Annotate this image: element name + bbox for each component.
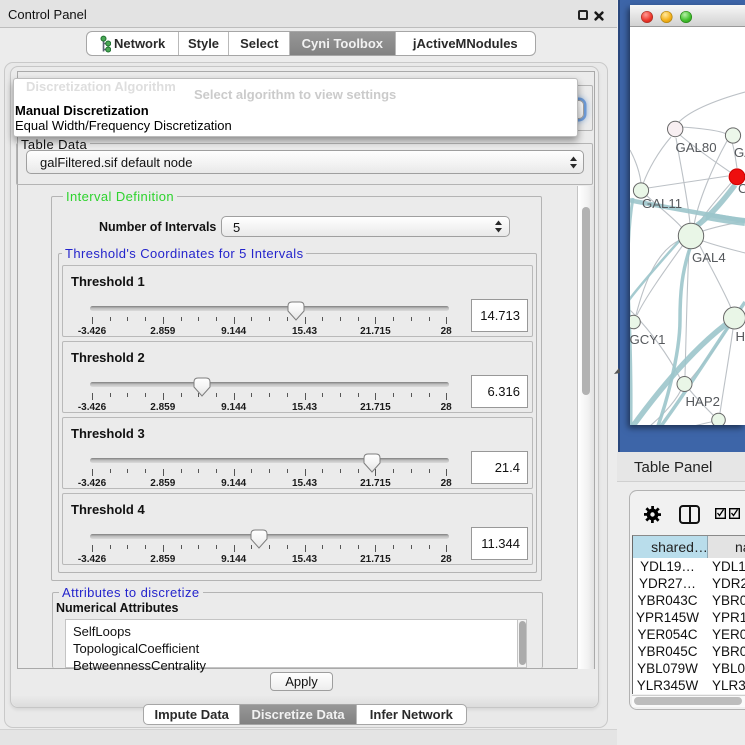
svg-text:GCY1: GCY1 — [630, 332, 665, 347]
svg-text:H: H — [736, 329, 745, 344]
svg-text:HAP2: HAP2 — [686, 394, 720, 409]
svg-text:C: C — [738, 181, 745, 196]
svg-text:GAL4: GAL4 — [692, 250, 726, 265]
svg-text:GAL80: GAL80 — [676, 140, 717, 155]
svg-text:GAL11: GAL11 — [642, 196, 682, 211]
svg-text:GAL7: GAL7 — [734, 145, 745, 160]
